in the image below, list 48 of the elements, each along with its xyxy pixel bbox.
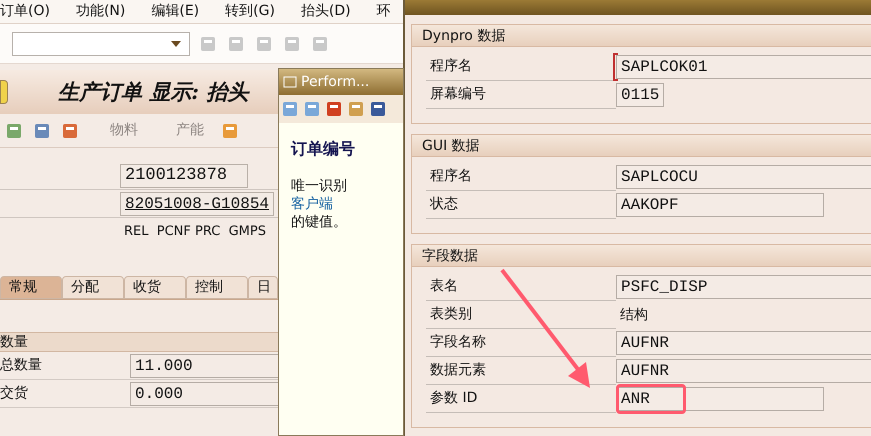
field-label: 表名: [430, 277, 458, 296]
field-label: 屏幕编号: [430, 85, 486, 104]
field-label: 表类别: [430, 305, 472, 324]
value-field[interactable]: SAPLCOCU: [616, 165, 871, 189]
field-label: 字段名称: [430, 333, 486, 352]
window-title: Perform...: [301, 72, 370, 92]
group-title: Dynpro 数据: [412, 25, 871, 47]
field-label: 程序名: [430, 57, 472, 76]
help-heading: 订单编号: [291, 138, 356, 160]
status-text: REL PCNF PRC GMPS: [123, 223, 266, 242]
field-label: 数据元素: [430, 361, 486, 380]
value-field[interactable]: AUFNR: [616, 331, 871, 355]
field-label: 状态: [430, 195, 458, 214]
menu-item[interactable]: 订单(O): [0, 1, 50, 22]
value-field[interactable]: ANR: [616, 387, 824, 411]
menu-item[interactable]: 编辑(E): [151, 1, 200, 22]
value-field[interactable]: AAKOPF: [616, 193, 824, 217]
dropdown-icon[interactable]: [171, 40, 181, 46]
window-icon: [283, 76, 297, 88]
field-label: 参数 ID: [430, 389, 478, 408]
group-title: 字段数据: [412, 245, 871, 267]
quantity-field[interactable]: 11.000: [130, 354, 280, 378]
value-field[interactable]: AUFNR: [616, 359, 871, 383]
order-number-field[interactable]: 2100123878: [120, 164, 248, 188]
value-text: 结构: [619, 306, 649, 324]
value-field[interactable]: 0115: [616, 83, 664, 107]
tab[interactable]: 日: [248, 276, 278, 299]
field-label: 总数量: [0, 356, 43, 375]
menu-item[interactable]: 抬头(D): [300, 1, 351, 22]
help-text: 唯一识别 客户端 的键值。: [291, 177, 348, 231]
menu-item[interactable]: 转到(G): [225, 1, 275, 22]
menu-item[interactable]: 环: [376, 1, 391, 22]
field-label: 程序名: [430, 167, 472, 186]
menu-button[interactable]: [0, 80, 8, 104]
quantity-field[interactable]: 0.000: [130, 382, 280, 406]
value-field[interactable]: SAPLCOK01: [616, 55, 871, 79]
group-title: GUI 数据: [412, 135, 871, 157]
help-link[interactable]: 客户端: [291, 196, 333, 212]
value-field[interactable]: PSFC_DISP: [616, 275, 871, 299]
tab[interactable]: 控制: [186, 276, 248, 299]
material-link-field[interactable]: 82051008-G10854: [120, 192, 274, 216]
command-field[interactable]: [12, 32, 190, 56]
screen-title: 生产订单 显示: 抬头: [58, 78, 248, 106]
tab[interactable]: 收货: [124, 276, 186, 299]
tab[interactable]: 分配: [62, 276, 124, 299]
tab[interactable]: 常规: [0, 276, 62, 299]
field-label: 交货: [0, 384, 29, 403]
menu-item[interactable]: 功能(N): [76, 1, 126, 22]
